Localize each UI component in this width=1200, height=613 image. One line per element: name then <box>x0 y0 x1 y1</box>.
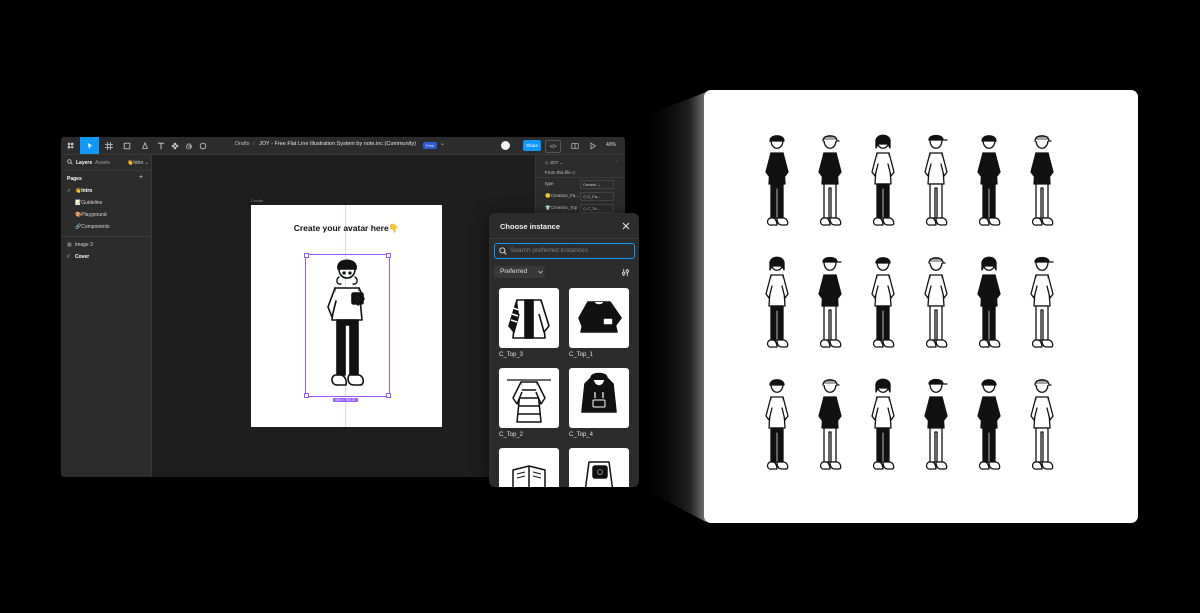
character-illustration-icon <box>924 257 948 348</box>
character-illustration-icon <box>818 256 842 348</box>
character-illustration-icon <box>818 379 842 470</box>
character-illustration-icon <box>924 134 948 226</box>
character-illustration-icon <box>765 135 789 226</box>
character-illustration-icon <box>1030 256 1054 348</box>
character-illustration-icon <box>818 135 842 226</box>
character-illustration-icon <box>1030 135 1054 226</box>
character-illustration-icon <box>977 379 1001 470</box>
character-illustration-icon <box>871 257 895 348</box>
character-illustration-icon <box>765 379 789 470</box>
character-illustration-icon <box>871 134 895 226</box>
character-illustration-icon <box>871 378 895 470</box>
character-illustration-icon <box>765 256 789 348</box>
character-illustration-icon <box>924 378 948 470</box>
character-illustration-icon <box>977 256 1001 348</box>
illustration-preview <box>704 90 1138 523</box>
character-illustration-icon <box>1030 379 1054 470</box>
character-illustration-icon <box>977 135 1001 226</box>
